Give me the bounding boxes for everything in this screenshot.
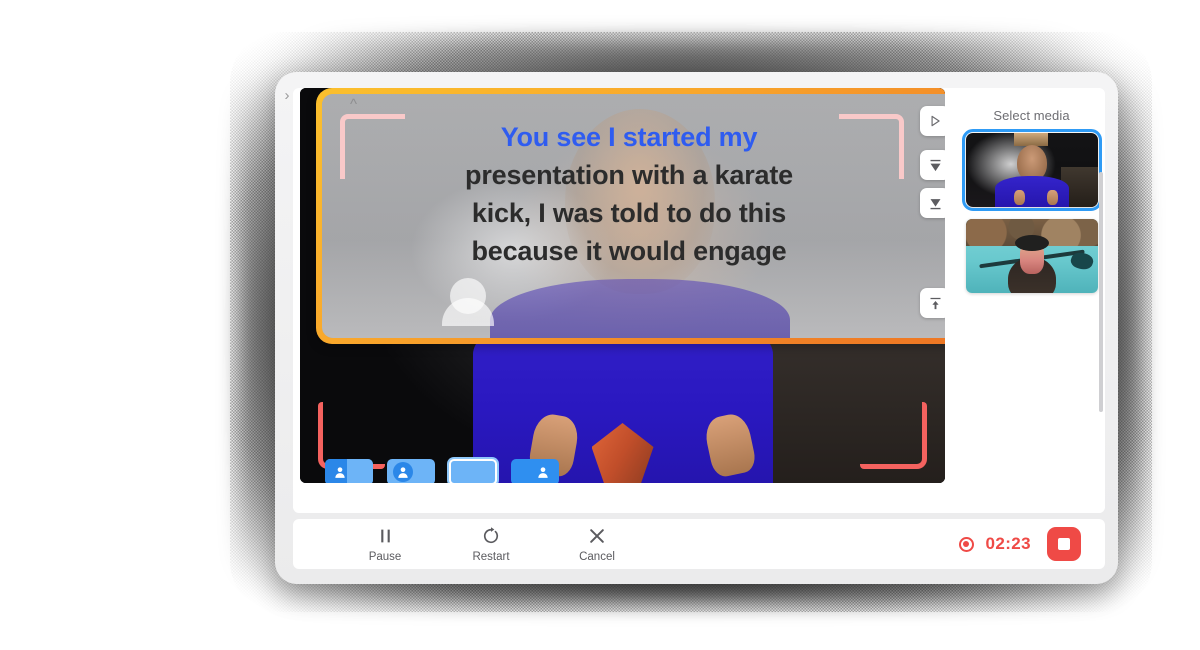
play-prompter-button[interactable] (920, 106, 945, 136)
person-icon (335, 467, 345, 478)
scroll-down-button[interactable] (920, 188, 945, 218)
screenshot-root: › ^ You see I started my presentation wi… (0, 0, 1200, 650)
thumb-subject-shirt (995, 175, 1069, 207)
script-line-active: You see I started my (356, 118, 902, 156)
app-canvas: ^ You see I started my presentation with… (293, 88, 1105, 513)
cancel-button[interactable]: Cancel (565, 525, 629, 563)
script-line: kick, I was told to do this (471, 198, 787, 228)
teleprompter-avatar-placeholder-icon (450, 278, 486, 314)
script-line: presentation with a karate (465, 160, 793, 190)
arrow-up-bar-icon (930, 297, 940, 309)
person-icon (398, 467, 408, 478)
tablet-device-frame: › ^ You see I started my presentation wi… (275, 72, 1118, 584)
layout-split-person-left[interactable] (325, 459, 373, 483)
teleprompter-panel[interactable]: ^ You see I started my presentation with… (316, 88, 945, 344)
thumb-paddle-blade (1068, 250, 1095, 272)
scroll-top-icon (930, 159, 940, 171)
layout-fullscreen[interactable] (449, 459, 497, 483)
record-indicator-icon (958, 536, 974, 552)
video-preview[interactable]: ^ You see I started my presentation with… (300, 88, 945, 483)
layout-selector (325, 459, 559, 483)
script-line-text: You see I started my (500, 122, 758, 152)
thumb-sun-hat (1015, 235, 1049, 252)
play-icon (931, 115, 940, 127)
cancel-button-label: Cancel (579, 551, 615, 563)
media-thumb-speaker[interactable] (962, 129, 1102, 211)
close-icon-wrap (565, 525, 629, 547)
stop-square-icon (1058, 538, 1070, 550)
pause-icon (380, 529, 390, 543)
media-thumbnail-list (958, 129, 1105, 293)
media-panel-scrollbar[interactable] (1099, 172, 1103, 412)
jump-to-start-button[interactable] (920, 288, 945, 318)
layout-circle-person[interactable] (387, 459, 435, 483)
record-indicator-dot (963, 541, 970, 547)
thumb-subject-left-hand (1013, 190, 1025, 205)
scroll-down-icon (930, 198, 940, 209)
framing-bracket-bottom-right (860, 402, 927, 469)
transport-controls: Pause Restart Cancel (353, 525, 629, 563)
panel-expand-chevron-icon[interactable]: › (279, 86, 295, 106)
kayak-thumbnail-image (966, 219, 1098, 293)
pause-button-label: Pause (368, 551, 402, 563)
recording-timer: 02:23 (985, 534, 1031, 553)
stop-recording-button[interactable] (1047, 527, 1081, 561)
scroll-to-top-button[interactable] (920, 150, 945, 180)
recording-status: 02:23 (958, 527, 1081, 561)
media-panel-title: Select media (993, 108, 1070, 123)
media-thumb-kayak[interactable] (966, 219, 1098, 293)
close-icon (590, 529, 604, 543)
teleprompter-surface: ^ You see I started my presentation with… (322, 94, 945, 338)
restart-icon-wrap (459, 525, 523, 547)
speaker-thumbnail-image (966, 133, 1098, 207)
pause-icon-wrap (353, 525, 417, 547)
restart-icon (483, 527, 499, 544)
thumb-subject-right-hand (1047, 190, 1059, 205)
restart-button-label: Restart (472, 551, 510, 563)
pause-button[interactable]: Pause (353, 525, 417, 563)
recording-control-bar: Pause Restart Cancel 02:23 (293, 519, 1105, 569)
restart-button[interactable]: Restart (459, 525, 523, 563)
script-line: because it would engage (471, 236, 787, 266)
teleprompter-script: You see I started my presentation with a… (322, 118, 945, 270)
person-icon (538, 467, 548, 478)
chip-right-pane (346, 459, 373, 483)
media-panel: Select media (958, 88, 1105, 513)
teleprompter-collapse-chevron-icon[interactable]: ^ (350, 96, 357, 113)
layout-person-right[interactable] (511, 459, 559, 483)
